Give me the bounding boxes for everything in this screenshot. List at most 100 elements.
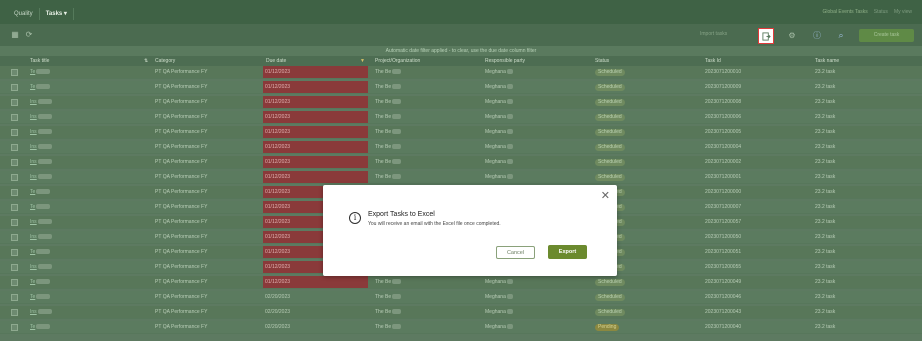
col-due-date[interactable]: Due date [266,56,286,66]
search-icon[interactable]: ⌕ [836,30,846,40]
row-checkbox[interactable] [11,99,18,106]
redacted-block [506,144,513,150]
tab-quality[interactable]: Quality [8,8,40,20]
row-checkbox[interactable] [11,309,18,316]
col-project[interactable]: Project/Organization [375,56,420,66]
col-responsible[interactable]: Responsible party [485,56,525,66]
tab-tasks[interactable]: Tasks ▾ [40,8,74,20]
table-row[interactable]: Ins PT QA Performance FY 02/20/2023 The … [0,306,922,319]
row-checkbox[interactable] [11,234,18,241]
col-task-title[interactable]: Task title [30,56,49,66]
row-checkbox[interactable] [11,189,18,196]
table-row[interactable]: Te PT QA Performance FY 02/20/2023 The B… [0,291,922,304]
due-date-cell: 02/20/2023 [265,324,291,330]
category-cell: PT QA Performance FY [155,69,208,75]
task-title-link[interactable]: Ins [30,216,52,228]
row-checkbox[interactable] [11,264,18,271]
project-cell: The Be [375,306,402,318]
col-category[interactable]: Category [155,56,175,66]
row-checkbox[interactable] [11,174,18,181]
task-name-cell: 23.2 task [815,189,836,195]
redacted-block [392,324,402,330]
row-checkbox[interactable] [11,84,18,91]
col-task-id[interactable]: Task Id [705,56,721,66]
row-checkbox[interactable] [11,294,18,301]
task-name-cell: 23.2 task [815,249,836,255]
export-icon[interactable] [758,28,774,44]
table-row[interactable]: Ins PT QA Performance FY 01/12/2023 The … [0,156,922,169]
task-id-cell: 2023071200006 [705,114,742,120]
cancel-button[interactable]: Cancel [496,246,535,259]
task-title-link[interactable]: Ins [30,156,52,168]
row-checkbox[interactable] [11,279,18,286]
refresh-icon[interactable]: ⟳ [24,30,34,40]
task-title-link[interactable]: Te [30,291,51,303]
row-checkbox[interactable] [11,114,18,121]
row-checkbox[interactable] [11,324,18,331]
create-task-button[interactable]: Create task [859,29,914,42]
table-header: Task title ⇅ Category Due date ▼ Project… [0,56,922,66]
row-checkbox[interactable] [11,159,18,166]
table-row[interactable]: Te PT QA Performance FY 01/12/2023 The B… [0,81,922,94]
table-row[interactable]: Ins PT QA Performance FY 01/12/2023 The … [0,111,922,124]
task-title-link[interactable]: Te [30,66,51,78]
task-title-link[interactable]: Ins [30,126,52,138]
task-title-link[interactable]: Ins [30,306,52,318]
col-sort-icon[interactable]: ⇅ [144,56,148,66]
project-cell: The Be [375,171,402,183]
due-date-cell: 01/12/2023 [263,156,368,168]
global-events-link[interactable]: Global Events Tasks [823,9,868,15]
task-title-link[interactable]: Ins [30,141,52,153]
table-row[interactable]: Ins PT QA Performance FY 01/12/2023 The … [0,96,922,109]
task-name-cell: 23.2 task [815,309,836,315]
task-title-link[interactable]: Te [30,276,51,288]
project-cell: The Be [375,321,402,333]
table-row[interactable]: Te PT QA Performance FY 02/20/2023 The B… [0,321,922,334]
task-title-link[interactable]: Te [30,201,51,213]
task-title-link[interactable]: Te [30,321,51,333]
col-task-name[interactable]: Task name [815,56,839,66]
status-link[interactable]: Status [874,9,888,15]
grid-icon[interactable]: ▦ [10,30,20,40]
import-tasks-link[interactable]: Import tasks [700,31,727,37]
task-title-link[interactable]: Ins [30,171,52,183]
info-icon: i [349,212,361,224]
redacted-block [36,294,51,300]
row-checkbox[interactable] [11,249,18,256]
task-title-link[interactable]: Te [30,246,51,258]
row-checkbox[interactable] [11,129,18,136]
dialog-title: Export Tasks to Excel [368,211,435,218]
toolbar [0,24,922,46]
category-cell: PT QA Performance FY [155,114,208,120]
my-view-link[interactable]: My view [894,9,912,15]
info-icon[interactable]: ⓘ [812,31,822,41]
task-title-link[interactable]: Ins [30,261,52,273]
col-status[interactable]: Status [595,56,609,66]
category-cell: PT QA Performance FY [155,279,208,285]
redacted-block [392,69,402,75]
row-checkbox[interactable] [11,204,18,211]
task-id-cell: 2023071200046 [705,294,742,300]
filter-icon[interactable]: ▼ [360,56,365,66]
task-title-link[interactable]: Te [30,186,51,198]
task-title-link[interactable]: Ins [30,231,52,243]
row-checkbox[interactable] [11,219,18,226]
task-title-link[interactable]: Ins [30,111,52,123]
table-row[interactable]: Te PT QA Performance FY 01/12/2023 The B… [0,66,922,79]
category-cell: PT QA Performance FY [155,264,208,270]
table-row[interactable]: Ins PT QA Performance FY 01/12/2023 The … [0,171,922,184]
row-checkbox[interactable] [11,69,18,76]
table-row[interactable]: Ins PT QA Performance FY 01/12/2023 The … [0,126,922,139]
export-button[interactable]: Export [548,245,587,259]
settings-icon[interactable]: ⚙ [787,31,797,41]
close-icon[interactable]: ✕ [601,189,610,202]
row-checkbox[interactable] [11,144,18,151]
task-title-link[interactable]: Te [30,81,51,93]
redacted-block [392,294,402,300]
task-title-link[interactable]: Ins [30,96,52,108]
project-cell: The Be [375,66,402,78]
status-badge: Scheduled [595,156,625,168]
table-row[interactable]: Te PT QA Performance FY 01/12/2023 The B… [0,276,922,289]
status-badge: Scheduled [595,291,625,303]
table-row[interactable]: Ins PT QA Performance FY 01/12/2023 The … [0,141,922,154]
